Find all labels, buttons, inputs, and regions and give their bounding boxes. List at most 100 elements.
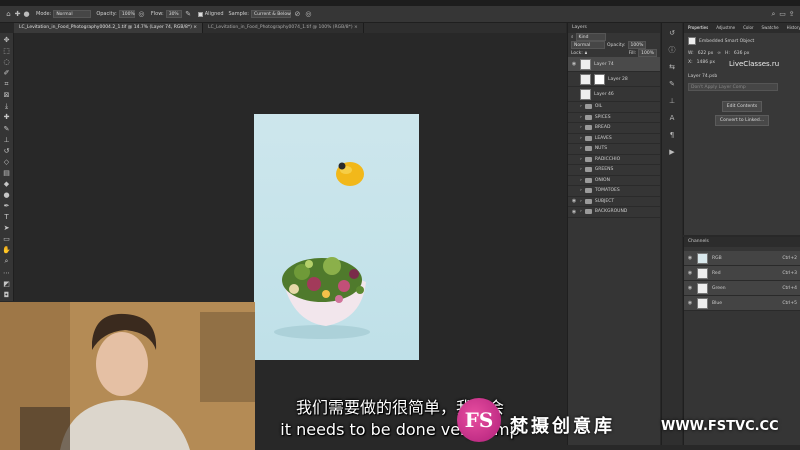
history-brush-tool-icon[interactable]: ↺: [2, 146, 12, 156]
eyedropper-tool-icon[interactable]: ⤓: [2, 101, 12, 111]
hand-tool-icon[interactable]: ✋: [2, 245, 12, 255]
document-tab[interactable]: LC_Levitation_in_Food_Photography0074_1.…: [203, 23, 364, 33]
mode-select[interactable]: Normal: [53, 10, 92, 18]
x-value[interactable]: 1486 px: [697, 60, 715, 68]
layer-group-leaves[interactable]: › LEAVES: [568, 134, 660, 144]
chevron-right-icon[interactable]: ›: [580, 157, 582, 162]
convert-to-linked-button[interactable]: Convert to Linked...: [714, 115, 770, 126]
eye-icon[interactable]: ◉: [571, 209, 577, 215]
aligned-checkbox[interactable]: [197, 11, 203, 17]
chevron-right-icon[interactable]: ›: [580, 178, 582, 183]
document-tab-active[interactable]: LC_Levitation_in_Food_Photography0004.2_…: [14, 23, 204, 33]
pressure-opacity-icon[interactable]: ◎: [137, 10, 146, 19]
workspace-icon[interactable]: ▭: [778, 10, 787, 19]
brush-settings-icon[interactable]: ✎: [666, 78, 678, 90]
clone-stamp-tool-icon[interactable]: ⊥: [2, 135, 12, 145]
move-tool-icon[interactable]: ✥: [2, 35, 12, 45]
adjustments-icon[interactable]: ⇆: [666, 61, 678, 73]
clone-source-icon[interactable]: ⊥: [666, 95, 678, 107]
frame-tool-icon[interactable]: ⊠: [2, 90, 12, 100]
home-icon[interactable]: ⌂: [4, 10, 13, 19]
layer-group-background[interactable]: ◉ › BACKGROUND: [568, 207, 660, 218]
chevron-right-icon[interactable]: ›: [580, 136, 582, 141]
fill-input[interactable]: 100%: [638, 49, 657, 57]
path-select-tool-icon[interactable]: ➤: [2, 223, 12, 233]
layer-comp-select[interactable]: Don't Apply Layer Comp: [688, 83, 778, 91]
eye-icon[interactable]: ◉: [687, 255, 693, 261]
kind-filter-select[interactable]: Kind: [575, 33, 606, 41]
chevron-right-icon[interactable]: ›: [580, 199, 582, 204]
eraser-tool-icon[interactable]: ◇: [2, 157, 12, 167]
layer-group-subject[interactable]: ◉ › SUBJECT: [568, 197, 660, 207]
channel-row-rgb[interactable]: ◉ RGB Ctrl+2: [684, 251, 800, 266]
airbrush-icon[interactable]: ✎: [184, 10, 193, 19]
zoom-tool-icon[interactable]: ⌕: [2, 257, 12, 267]
layer-group-bread[interactable]: › BREAD: [568, 123, 660, 134]
brush-tool-icon[interactable]: ✎: [2, 124, 12, 134]
edit-contents-button[interactable]: Edit Contents: [721, 101, 763, 112]
actions-play-icon[interactable]: ▶: [666, 146, 678, 158]
paragraph-icon[interactable]: ¶: [666, 129, 678, 141]
share-icon[interactable]: ⇪: [787, 10, 796, 19]
channel-row-green[interactable]: ◉ Green Ctrl+4: [684, 281, 800, 296]
blur-tool-icon[interactable]: ◆: [2, 179, 12, 189]
tab-adjustments[interactable]: Adjustme: [712, 23, 739, 33]
gradient-tool-icon[interactable]: ▤: [2, 168, 12, 178]
tab-channels[interactable]: Channels: [684, 237, 713, 247]
chevron-right-icon[interactable]: ›: [580, 188, 582, 193]
layer-group-radicchio[interactable]: › RADICCHIO: [568, 155, 660, 165]
chevron-right-icon[interactable]: ›: [580, 167, 582, 172]
chevron-right-icon[interactable]: ›: [580, 146, 582, 151]
marquee-tool-icon[interactable]: ⬚: [2, 46, 12, 56]
quick-select-tool-icon[interactable]: ✐: [2, 68, 12, 78]
eye-icon[interactable]: ◉: [687, 285, 693, 291]
history-icon[interactable]: ↺: [666, 27, 678, 39]
pen-tool-icon[interactable]: ✒: [2, 201, 12, 211]
character-icon[interactable]: A: [666, 112, 678, 124]
channel-row-red[interactable]: ◉ Red Ctrl+3: [684, 266, 800, 281]
info-icon[interactable]: ⓘ: [666, 44, 678, 56]
layer-row-layer-46[interactable]: Layer 46: [568, 87, 660, 102]
layer-group-spices[interactable]: › SPICES: [568, 113, 660, 123]
layer-group-oil[interactable]: › OIL: [568, 102, 660, 113]
search-icon[interactable]: ⌕: [769, 10, 778, 19]
tab-swatches[interactable]: Swatche: [758, 23, 783, 33]
document-canvas[interactable]: [254, 114, 419, 360]
shape-tool-icon[interactable]: ▭: [2, 234, 12, 244]
eye-icon[interactable]: ◉: [571, 198, 577, 204]
lock-icon[interactable]: 🔒︎: [585, 50, 587, 56]
more-tools-icon[interactable]: ⋯: [2, 268, 12, 278]
width-value[interactable]: 622 px: [698, 51, 714, 56]
layer-group-nuts[interactable]: › NUTS: [568, 144, 660, 155]
crop-tool-icon[interactable]: ⌗: [2, 79, 12, 89]
tab-properties[interactable]: Properties: [684, 23, 712, 33]
healing-brush-tool-icon[interactable]: ✚: [2, 113, 12, 123]
layer-row-layer-28[interactable]: Layer 28: [568, 72, 660, 87]
tab-history[interactable]: History: [783, 23, 800, 33]
layer-row-layer-74[interactable]: ◉ Layer 74: [568, 57, 660, 72]
layer-group-onion[interactable]: › ONION: [568, 176, 660, 186]
type-tool-icon[interactable]: T: [2, 212, 12, 222]
color-swatches-icon[interactable]: ◩: [2, 279, 12, 289]
quick-mask-icon[interactable]: ◘: [2, 290, 12, 300]
tab-layers[interactable]: Layers: [568, 23, 591, 33]
chevron-right-icon[interactable]: ›: [580, 104, 582, 109]
channel-row-blue[interactable]: ◉ Blue Ctrl+5: [684, 296, 800, 311]
layer-opacity-input[interactable]: 100%: [627, 41, 647, 49]
layer-group-tomatoes[interactable]: › TOMATOES: [568, 186, 660, 197]
height-value[interactable]: 636 px: [734, 51, 750, 56]
pressure-size-icon[interactable]: ◎: [304, 10, 313, 19]
link-icon[interactable]: ∞: [717, 51, 721, 56]
layer-group-greens[interactable]: › GREENS: [568, 165, 660, 176]
eye-icon[interactable]: ◉: [687, 270, 693, 276]
lasso-tool-icon[interactable]: ◌: [2, 57, 12, 67]
chevron-right-icon[interactable]: ›: [580, 115, 582, 120]
blend-mode-select[interactable]: Normal: [571, 41, 605, 49]
flow-input[interactable]: 30%: [165, 10, 182, 18]
chevron-right-icon[interactable]: ›: [580, 125, 582, 130]
tab-color[interactable]: Color: [739, 23, 757, 33]
dodge-tool-icon[interactable]: ●: [2, 190, 12, 200]
opacity-input[interactable]: 100%: [118, 10, 135, 18]
clone-stamp-tool-icon[interactable]: ✚: [13, 10, 22, 19]
eye-icon[interactable]: ◉: [687, 300, 693, 306]
